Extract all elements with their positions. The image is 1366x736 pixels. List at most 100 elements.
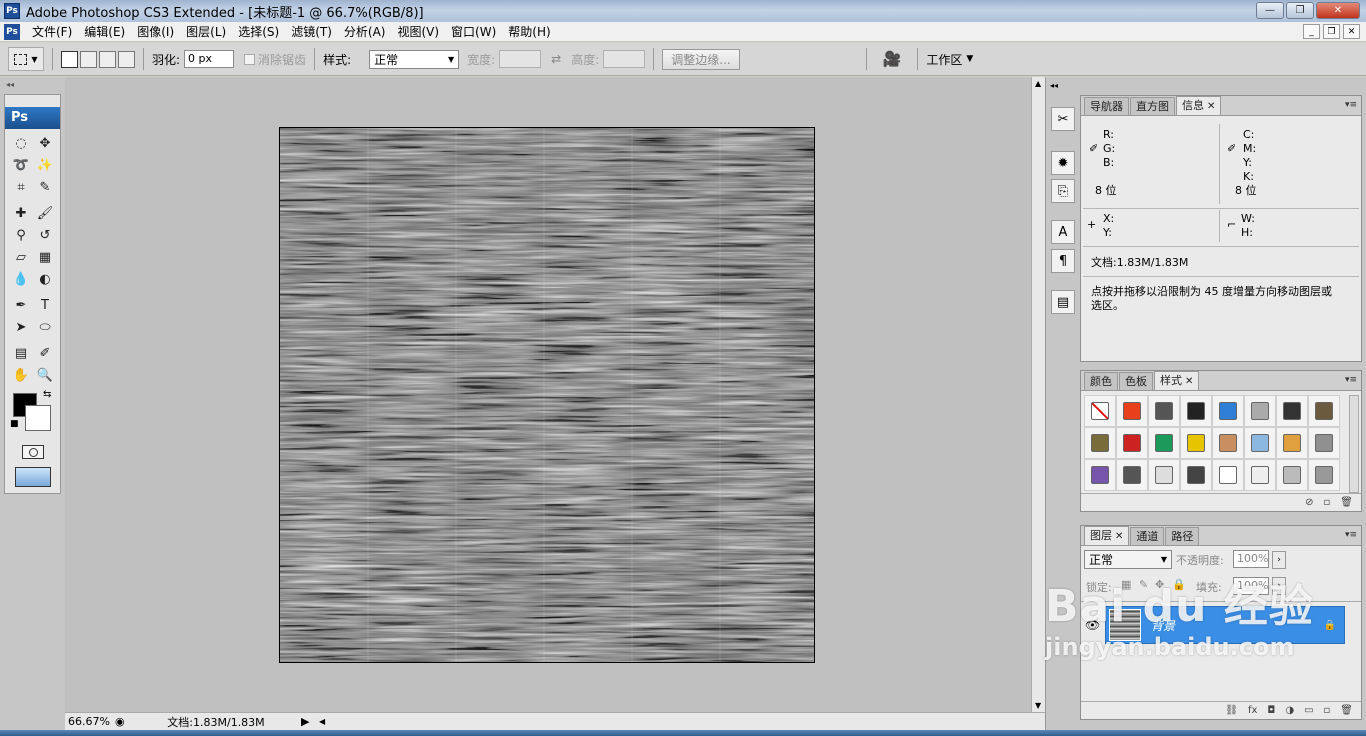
restore-button[interactable]: ❐ [1286, 2, 1314, 19]
zoom-icon[interactable]: ◉ [115, 715, 131, 728]
zoom-tool-icon[interactable]: 🔍 [35, 365, 55, 385]
blur-tool-icon[interactable]: 💧 [11, 269, 31, 289]
menu-help[interactable]: 帮助(H) [502, 22, 556, 42]
gradient-tool-icon[interactable]: ▦ [35, 247, 55, 267]
scroll-down-icon[interactable]: ▼ [1035, 701, 1041, 710]
style-select[interactable]: 正常 ▼ [369, 49, 460, 69]
eyedropper-icon[interactable]: ✐ [1089, 142, 1098, 156]
layer-comps-icon[interactable]: ▤ [1051, 290, 1075, 314]
character-icon[interactable]: A [1051, 220, 1075, 244]
blend-mode-select[interactable]: 正常 ▼ [1084, 550, 1172, 569]
swap-dimensions-icon[interactable]: ⇄ [551, 52, 561, 66]
style-preset[interactable] [1212, 459, 1244, 491]
subtract-selection-mode-button[interactable] [99, 50, 116, 68]
new-layer-icon[interactable]: ▫ [1324, 705, 1331, 716]
style-preset[interactable] [1276, 459, 1308, 491]
style-preset[interactable] [1244, 427, 1276, 459]
doc-close-button[interactable]: ✕ [1343, 24, 1360, 39]
marquee-tool-icon[interactable]: ◌ [11, 133, 31, 153]
style-preset[interactable] [1084, 395, 1116, 427]
styles-scrollbar[interactable] [1349, 395, 1359, 493]
style-preset[interactable] [1116, 459, 1148, 491]
tab-color[interactable]: 颜色 [1084, 372, 1118, 390]
antialias-checkbox[interactable] [244, 53, 256, 65]
adjustment-layer-icon[interactable]: ◑ [1285, 705, 1294, 716]
hand-tool-icon[interactable]: ✋ [11, 365, 31, 385]
toolbox-collapse-grip[interactable]: ◂◂ [0, 80, 65, 90]
feather-input[interactable]: 0 px [184, 50, 235, 68]
quick-mask-button[interactable] [22, 445, 44, 459]
clone-source-icon[interactable]: ⎘ [1051, 179, 1075, 203]
new-group-icon[interactable]: ▭ [1304, 705, 1313, 716]
clear-style-icon[interactable]: ⊘ [1305, 497, 1313, 508]
style-preset[interactable] [1148, 459, 1180, 491]
tab-info[interactable]: 信息 ✕ [1176, 96, 1222, 115]
style-preset[interactable] [1148, 427, 1180, 459]
tab-paths[interactable]: 路径 [1165, 527, 1200, 545]
opacity-slider-button[interactable]: › [1272, 551, 1286, 569]
panel-menu-icon[interactable]: ▾≡ [1345, 375, 1357, 385]
new-style-icon[interactable]: ▫ [1324, 497, 1331, 508]
width-input[interactable] [499, 50, 542, 68]
doc-restore-button[interactable]: ❐ [1323, 24, 1340, 39]
style-preset[interactable] [1244, 395, 1276, 427]
vertical-scrollbar[interactable]: ▲ ▼ [1031, 77, 1045, 712]
healing-brush-tool-icon[interactable]: ✚ [11, 203, 31, 223]
layer-style-icon[interactable]: fx [1248, 705, 1257, 716]
close-icon[interactable]: ✕ [1185, 376, 1193, 387]
workspace-button[interactable]: 工作区 ▼ [926, 51, 973, 68]
scroll-up-icon[interactable]: ▲ [1035, 79, 1041, 88]
style-preset[interactable] [1084, 459, 1116, 491]
style-preset[interactable] [1244, 459, 1276, 491]
zoom-level[interactable]: 66.67% [65, 715, 115, 728]
style-preset[interactable] [1148, 395, 1180, 427]
tab-styles[interactable]: 样式 ✕ [1154, 371, 1200, 390]
doc-minimize-button[interactable]: _ [1303, 24, 1320, 39]
magic-wand-tool-icon[interactable]: ✨ [35, 155, 55, 175]
scroll-left-icon[interactable]: ◀ [319, 717, 325, 726]
close-icon[interactable]: ✕ [1207, 101, 1215, 112]
menu-ps-icon[interactable]: Ps [4, 23, 20, 40]
swap-colors-icon[interactable]: ⇆ [43, 389, 51, 400]
style-preset[interactable] [1276, 427, 1308, 459]
style-preset[interactable] [1084, 427, 1116, 459]
style-preset[interactable] [1212, 395, 1244, 427]
minimize-button[interactable]: — [1256, 2, 1284, 19]
style-preset[interactable] [1116, 427, 1148, 459]
style-preset[interactable] [1276, 395, 1308, 427]
type-tool-icon[interactable]: T [35, 295, 55, 315]
refine-edge-button[interactable]: 调整边缘... [662, 48, 740, 70]
lasso-tool-icon[interactable]: ➰ [11, 155, 31, 175]
background-color-swatch[interactable] [25, 405, 51, 431]
clone-stamp-tool-icon[interactable]: ⚲ [11, 225, 31, 245]
bridge-icon[interactable]: 🎥 [883, 50, 902, 68]
tab-histogram[interactable]: 直方图 [1130, 97, 1175, 115]
tab-swatches[interactable]: 色板 [1119, 372, 1153, 390]
eraser-tool-icon[interactable]: ▱ [11, 247, 31, 267]
style-preset[interactable] [1116, 395, 1148, 427]
menu-select[interactable]: 选择(S) [232, 22, 285, 42]
panel-menu-icon[interactable]: ▾≡ [1345, 530, 1357, 540]
menu-filter[interactable]: 滤镜(T) [285, 22, 338, 42]
delete-layer-icon[interactable]: 🗑 [1340, 705, 1353, 716]
style-preset[interactable] [1308, 427, 1340, 459]
status-menu-arrow-icon[interactable]: ▶ [301, 715, 315, 728]
path-selection-tool-icon[interactable]: ➤ [11, 317, 31, 337]
slice-tool-icon[interactable]: ✎ [35, 177, 55, 197]
menu-layer[interactable]: 图层(L) [180, 22, 232, 42]
dodge-tool-icon[interactable]: ◐ [35, 269, 55, 289]
document-canvas[interactable] [279, 127, 815, 663]
history-brush-tool-icon[interactable]: ↺ [35, 225, 55, 245]
tool-preset-picker[interactable]: ▼ [8, 47, 44, 71]
crop-tool-icon[interactable]: ⌗ [11, 177, 31, 197]
close-window-button[interactable]: ✕ [1316, 2, 1360, 19]
link-layers-icon[interactable]: ⛓ [1225, 705, 1238, 716]
brushes-icon[interactable]: ✹ [1051, 151, 1075, 175]
move-tool-icon[interactable]: ✥ [35, 133, 55, 153]
tab-navigator[interactable]: 导航器 [1084, 97, 1129, 115]
menu-edit[interactable]: 编辑(E) [78, 22, 131, 42]
style-preset[interactable] [1180, 427, 1212, 459]
style-preset[interactable] [1308, 459, 1340, 491]
add-selection-mode-button[interactable] [80, 50, 97, 68]
opacity-input[interactable]: 100% [1233, 550, 1269, 568]
